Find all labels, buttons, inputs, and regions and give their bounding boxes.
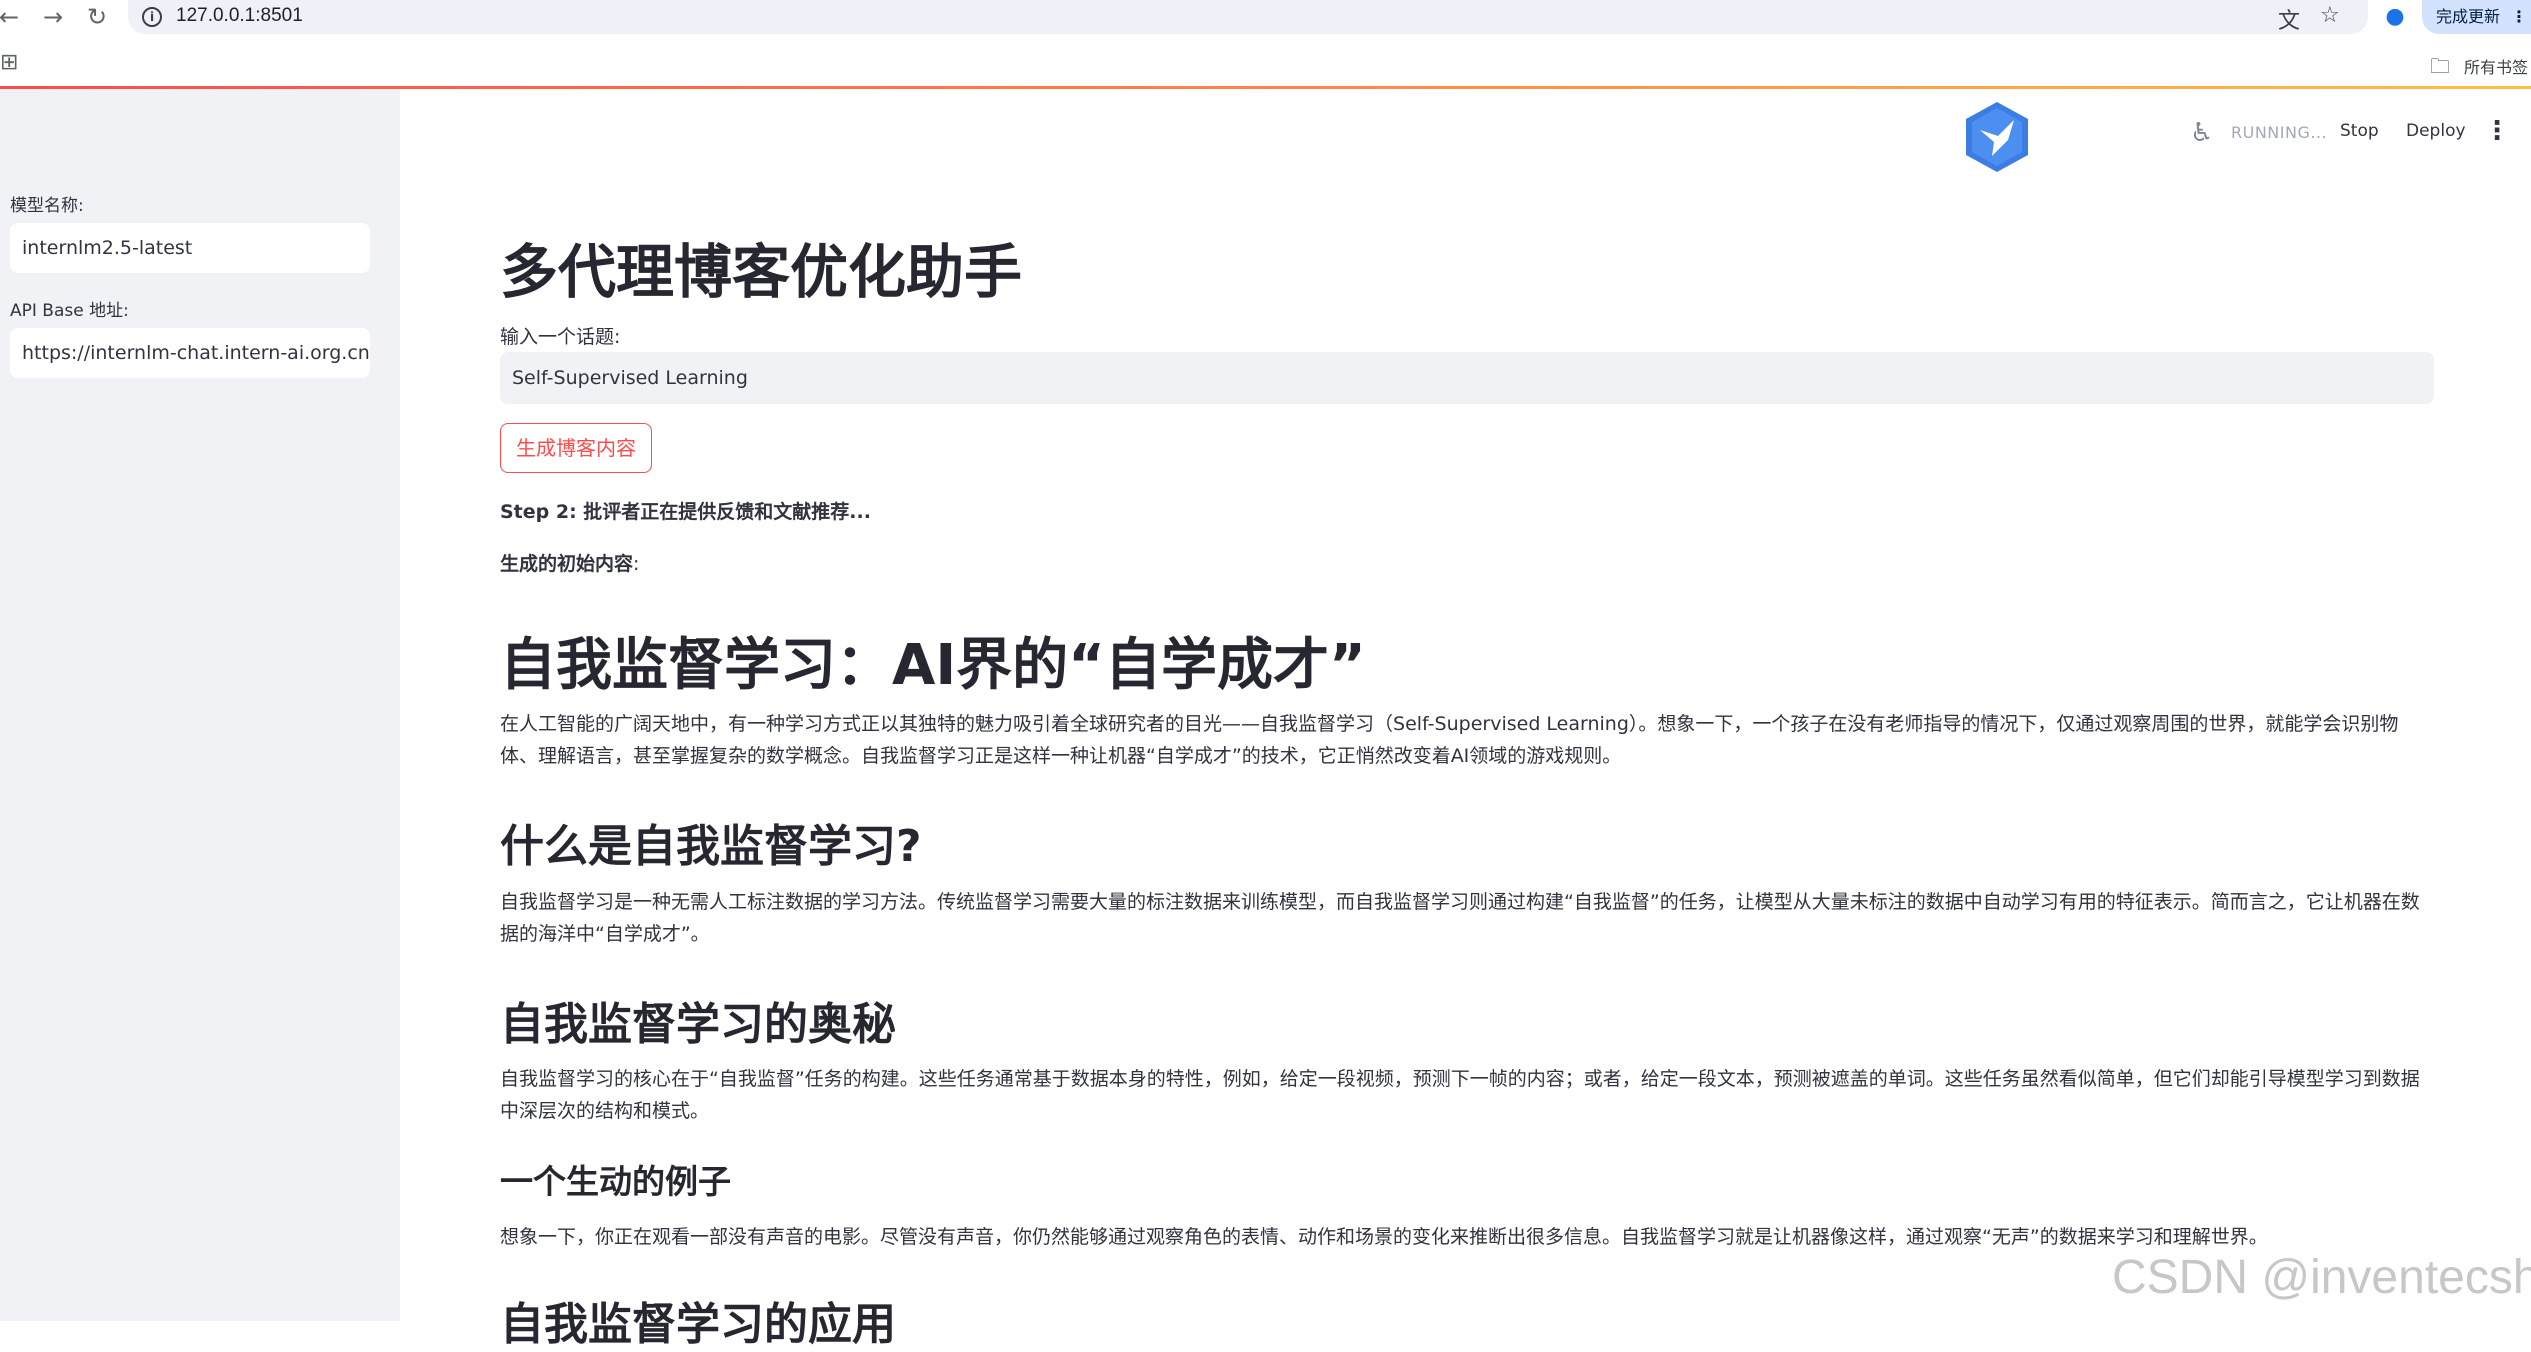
address-bar[interactable]: i 127.0.0.1:8501 ⽂ ☆ <box>128 0 2368 34</box>
star-icon[interactable]: ☆ <box>2320 3 2340 28</box>
step-status-text: Step 2: 批评者正在提供反馈和文献推荐... <box>500 501 871 523</box>
article-paragraph-1: 在人工智能的广阔天地中，有一种学习方式正以其独特的魅力吸引着全球研究者的目光——… <box>500 713 2399 767</box>
update-label: 完成更新 <box>2436 7 2501 26</box>
reload-icon[interactable]: ↻ <box>82 2 112 32</box>
update-button[interactable]: 完成更新 ⋮ <box>2422 0 2531 34</box>
article-paragraph-2: 自我监督学习是一种无需人工标注数据的学习方法。传统监督学习需要大量的标注数据来训… <box>500 891 2420 945</box>
topic-input[interactable]: Self-Supervised Learning <box>500 352 2434 404</box>
section-heading-mystery: 自我监督学习的奥秘 <box>500 999 896 1050</box>
api-base-input[interactable]: https://internlm-chat.intern-ai.org.cn/p… <box>10 328 370 378</box>
csdn-watermark: CSDN @inventecsh <box>2112 1251 2531 1304</box>
article-paragraph-3: 自我监督学习的核心在于“自我监督”任务的构建。这些任务通常基于数据本身的特性，例… <box>500 1068 2420 1122</box>
folder-icon[interactable]: 🗀 <box>2430 52 2450 86</box>
stop-button[interactable]: Stop <box>2340 121 2379 141</box>
translate-icon[interactable]: ⽂ <box>2278 3 2300 35</box>
forward-arrow-icon[interactable]: → <box>38 2 68 32</box>
main-menu-icon[interactable]: ⋮ <box>2484 116 2510 146</box>
back-arrow-icon[interactable]: ← <box>0 2 24 32</box>
site-info-icon[interactable]: i <box>142 7 162 27</box>
app-logo-icon <box>1966 102 2028 172</box>
profile-icon[interactable]: ● <box>2380 2 2410 32</box>
model-name-input[interactable]: internlm2.5-latest <box>10 223 370 273</box>
browser-toolbar: ← → ↻ i 127.0.0.1:8501 ⽂ ☆ ● 完成更新 ⋮ ⊞ 🗀 … <box>0 0 2531 88</box>
api-base-label: API Base 地址: <box>10 301 129 321</box>
initial-content-label-text: 生成的初始内容 <box>500 553 634 575</box>
section-heading-applications: 自我监督学习的应用 <box>500 1299 896 1350</box>
subsection-heading-example: 一个生动的例子 <box>500 1162 731 1201</box>
article-paragraph-4: 想象一下，你正在观看一部没有声音的电影。尽管没有声音，你仍然能够通过观察角色的表… <box>500 1226 2268 1248</box>
apps-icon[interactable]: ⊞ <box>0 50 18 75</box>
running-status: RUNNING... <box>2231 123 2328 142</box>
deploy-button[interactable]: Deploy <box>2406 121 2466 141</box>
model-name-label: 模型名称: <box>10 196 84 216</box>
section-heading-what-is: 什么是自我监督学习? <box>500 821 922 872</box>
running-figure-icon: ♿ <box>2190 118 2214 148</box>
all-bookmarks-label[interactable]: 所有书签 <box>2464 54 2528 78</box>
more-vert-icon[interactable]: ⋮ <box>2511 0 2527 34</box>
bookmarks-bar: ⊞ 🗀 所有书签 <box>0 46 2531 84</box>
article-heading: 自我监督学习：AI界的“自学成才” <box>500 633 1366 698</box>
initial-content-colon: : <box>633 553 640 575</box>
initial-content-label: 生成的初始内容: <box>500 549 639 576</box>
topic-label: 输入一个话题: <box>500 326 621 348</box>
page-title: 多代理博客优化助手 <box>500 238 1023 306</box>
url-text[interactable]: 127.0.0.1:8501 <box>176 5 303 27</box>
sidebar <box>0 89 400 1321</box>
generate-blog-button[interactable]: 生成博客内容 <box>500 423 652 473</box>
